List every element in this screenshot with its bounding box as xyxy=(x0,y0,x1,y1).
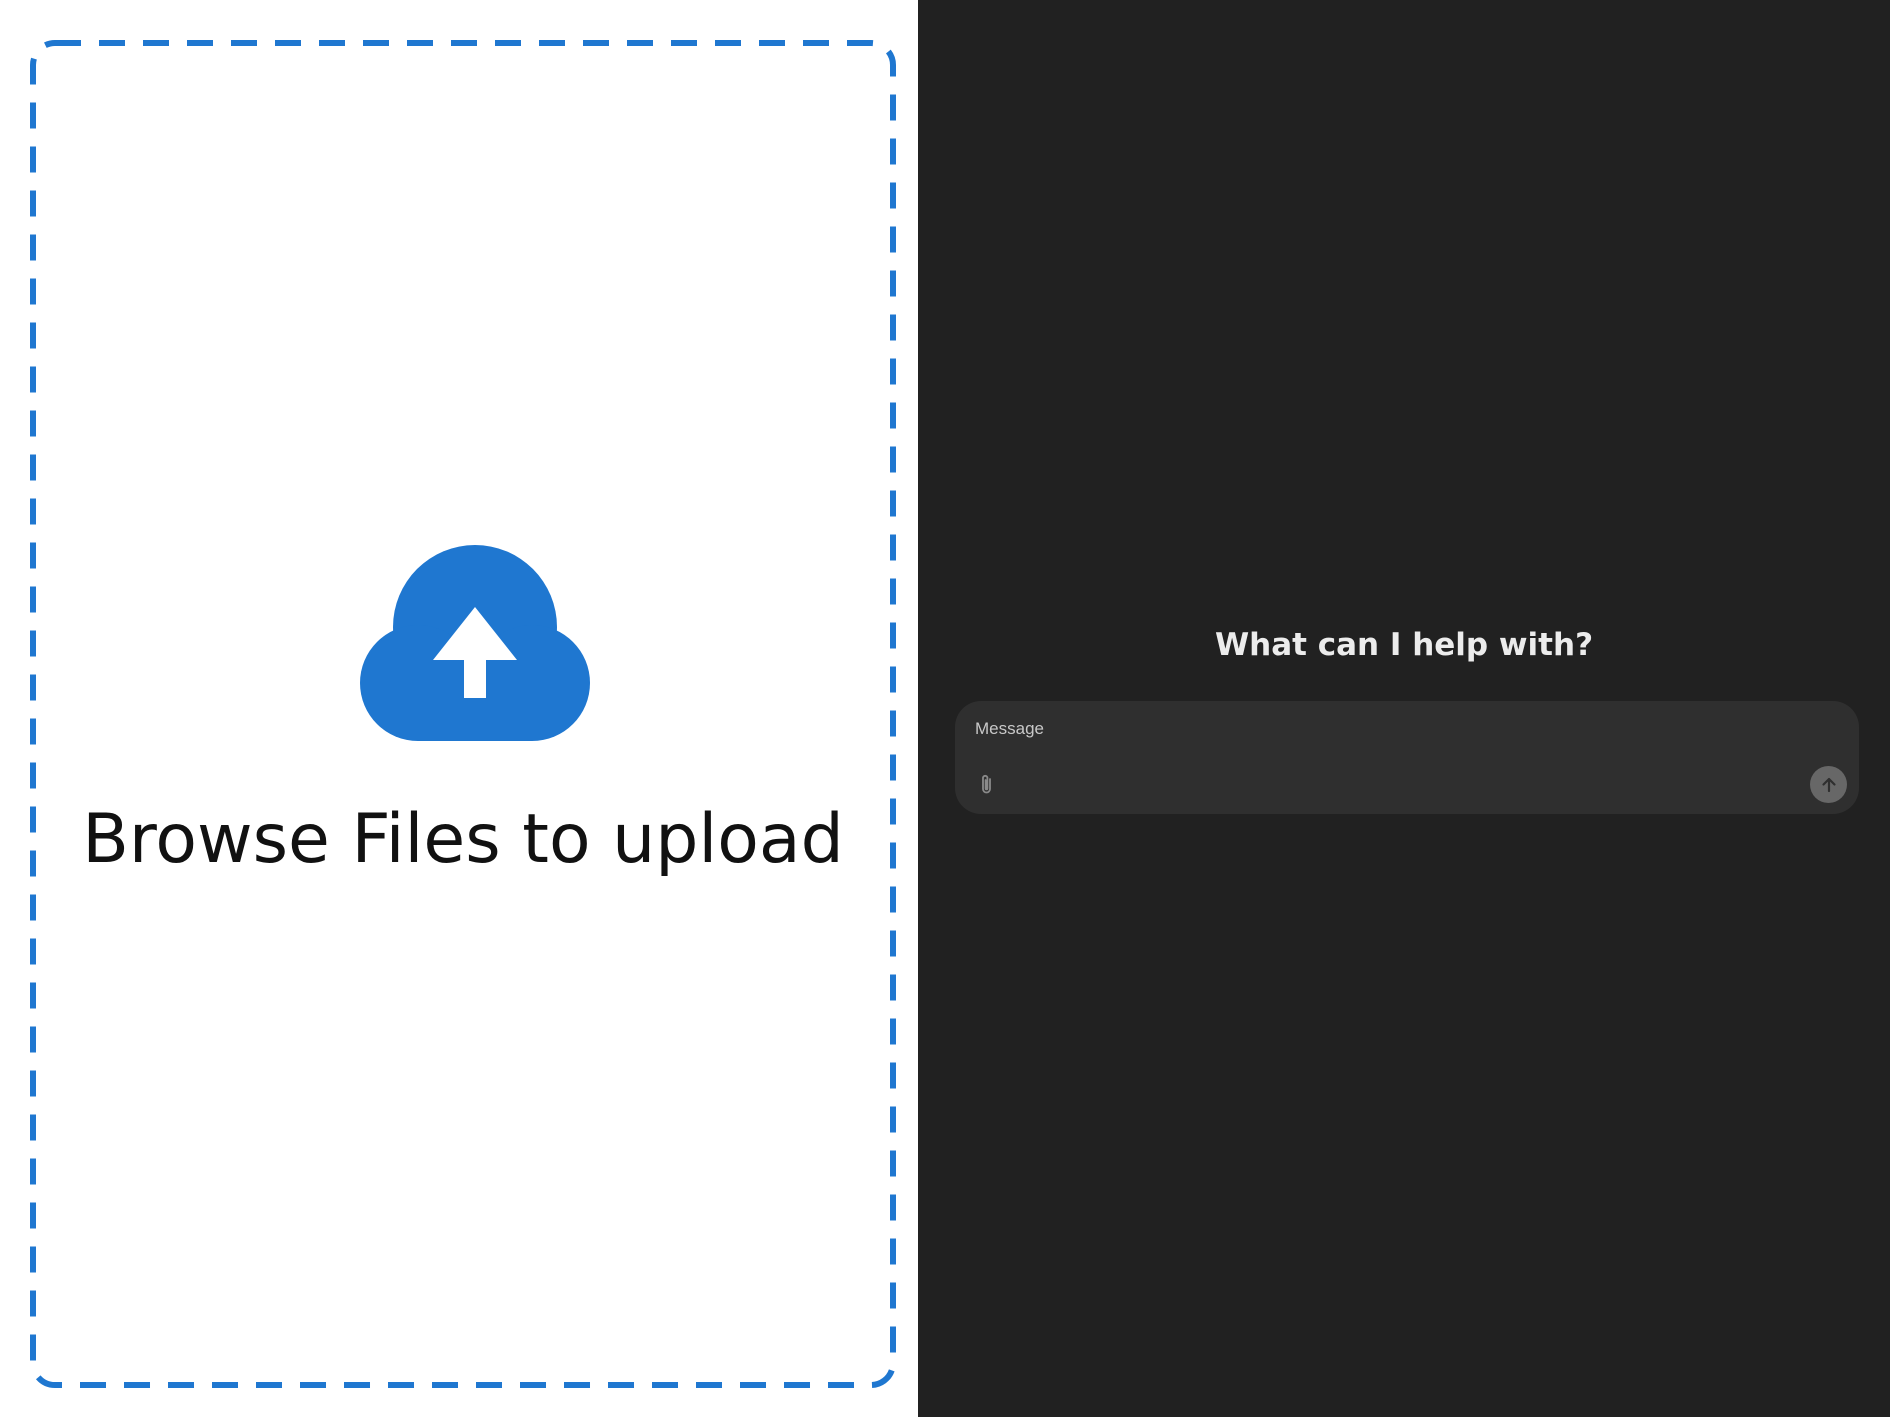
chat-panel: What can I help with? xyxy=(918,0,1890,1417)
upload-content: Browse Files to upload xyxy=(30,40,896,1388)
browse-files-label[interactable]: Browse Files to upload xyxy=(30,800,896,879)
chat-heading: What can I help with? xyxy=(1214,627,1594,663)
upload-panel: Browse Files to upload xyxy=(0,0,918,1417)
paperclip-icon xyxy=(982,774,991,794)
message-input[interactable] xyxy=(971,715,1839,743)
file-dropzone[interactable]: Browse Files to upload xyxy=(30,40,896,1388)
send-button[interactable] xyxy=(1810,766,1847,803)
attach-button[interactable] xyxy=(973,771,1001,799)
arrow-up-icon xyxy=(1821,777,1836,792)
cloud-upload-icon xyxy=(360,545,590,741)
message-composer xyxy=(955,701,1859,814)
